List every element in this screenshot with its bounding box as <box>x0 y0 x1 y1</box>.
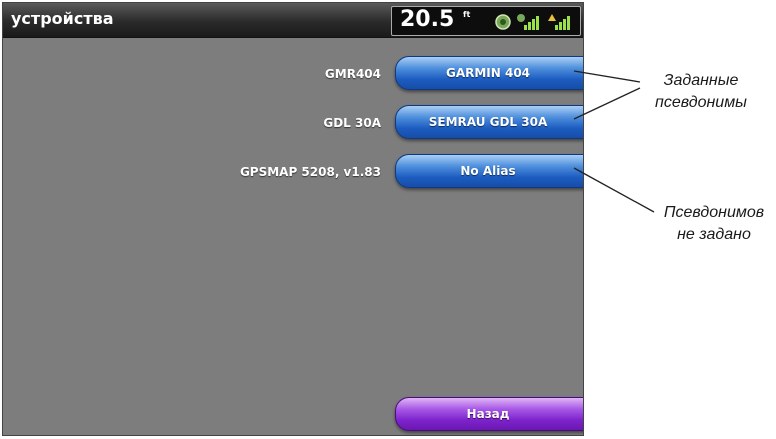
callout-line: Псевдонимов <box>663 204 765 221</box>
callout-aliases-set: Заданные псевдонимы <box>646 70 756 114</box>
callout-line: псевдонимы <box>655 94 747 111</box>
callout-no-aliases: Псевдонимов не задано <box>656 202 772 246</box>
callout-line: Заданные <box>663 72 739 89</box>
callout-line: не задано <box>677 226 751 243</box>
